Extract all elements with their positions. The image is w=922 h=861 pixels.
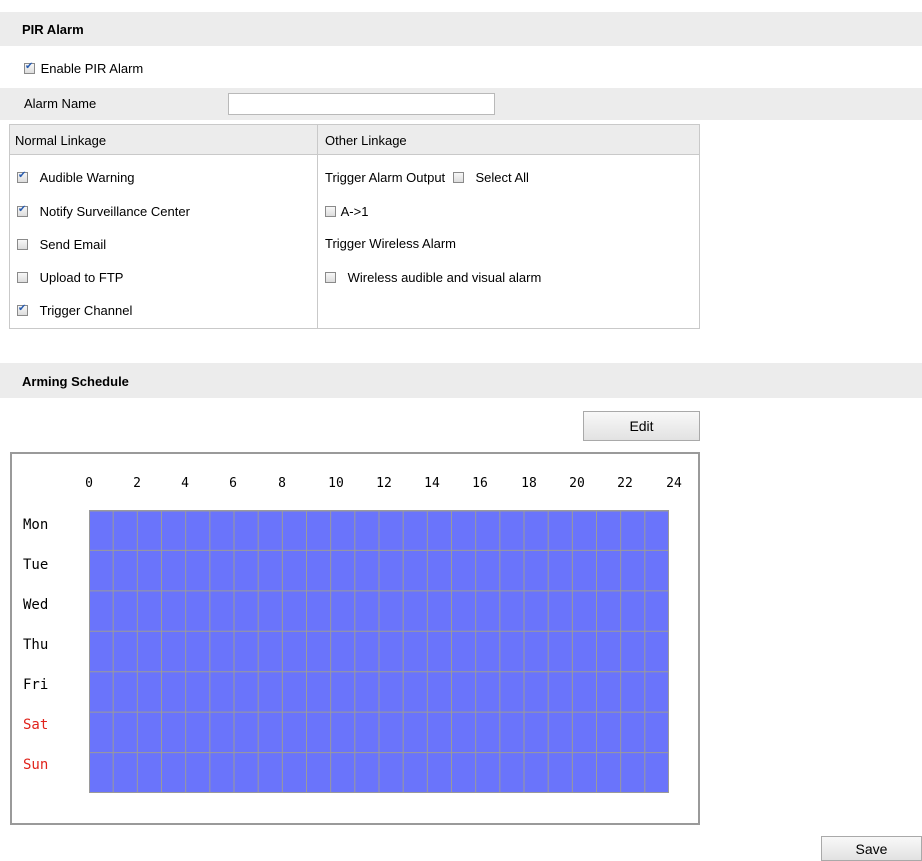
day-label-tue: Tue (23, 557, 49, 573)
output-a1-label: A->1 (340, 204, 369, 220)
arming-schedule-title: Arming Schedule (22, 374, 129, 389)
audible-warning-label: Audible Warning (39, 170, 135, 186)
hour-label: 14 (424, 476, 440, 491)
hour-label: 20 (569, 476, 585, 491)
hour-label: 16 (472, 476, 488, 491)
hour-label: 6 (229, 476, 237, 491)
hour-label: 0 (85, 476, 93, 491)
output-a1-item[interactable]: A->1 (325, 203, 368, 219)
select-all-checkbox[interactable] (452, 172, 464, 184)
arming-schedule-header: Arming Schedule (0, 363, 922, 398)
linkage-header-row: Normal Linkage Other Linkage (10, 125, 699, 155)
hour-label: 4 (181, 476, 189, 491)
notify-surveillance-label: Notify Surveillance Center (39, 204, 190, 220)
trigger-channel-label: Trigger Channel (39, 303, 133, 319)
day-label-sun: Sun (23, 757, 49, 773)
enable-pir-alarm[interactable]: Enable PIR Alarm (24, 60, 143, 76)
pir-alarm-header: PIR Alarm (0, 12, 922, 46)
output-a1-checkbox[interactable] (325, 206, 336, 218)
wireless-audible-checkbox[interactable] (325, 272, 336, 284)
alarm-name-label: Alarm Name (24, 96, 97, 111)
upload-ftp-label: Upload to FTP (39, 270, 124, 286)
notify-surveillance-checkbox[interactable] (17, 204, 28, 218)
trigger-channel-item[interactable]: Trigger Channel (17, 302, 132, 318)
hour-label: 8 (278, 476, 286, 491)
hour-label: 24 (666, 476, 682, 491)
upload-ftp-checkbox[interactable] (17, 272, 28, 284)
trigger-wireless-alarm-label: Trigger Wireless Alarm (325, 236, 456, 251)
trigger-alarm-output-row: Trigger Alarm Output Select All (325, 169, 529, 185)
hour-label: 10 (328, 476, 344, 491)
day-label-sat: Sat (23, 717, 49, 733)
select-all-label: Select All (475, 170, 529, 186)
trigger-channel-checkbox[interactable] (17, 303, 28, 317)
send-email-checkbox[interactable] (17, 239, 28, 251)
wireless-audible-label: Wireless audible and visual alarm (347, 270, 542, 286)
schedule-grid[interactable] (89, 510, 669, 793)
save-button[interactable]: Save (821, 836, 922, 861)
hour-label: 2 (133, 476, 141, 491)
linkage-table: Normal Linkage Other Linkage Audible War… (9, 124, 700, 329)
other-linkage-header: Other Linkage (325, 133, 407, 148)
notify-surveillance-item[interactable]: Notify Surveillance Center (17, 203, 190, 219)
upload-ftp-item[interactable]: Upload to FTP (17, 269, 123, 285)
trigger-alarm-output-label: Trigger Alarm Output (325, 170, 446, 186)
day-label-thu: Thu (23, 637, 49, 653)
enable-pir-checkbox[interactable] (24, 61, 35, 75)
day-label-mon: Mon (23, 517, 49, 533)
send-email-label: Send Email (39, 237, 107, 253)
day-label-wed: Wed (23, 597, 49, 613)
wireless-audible-item[interactable]: Wireless audible and visual alarm (325, 269, 541, 285)
day-label-fri: Fri (23, 677, 49, 693)
pir-alarm-title: PIR Alarm (22, 22, 84, 37)
normal-linkage-header: Normal Linkage (15, 133, 107, 148)
audible-warning-checkbox[interactable] (17, 170, 28, 184)
hour-label: 18 (521, 476, 537, 491)
hour-label: 22 (617, 476, 633, 491)
linkage-column-divider (317, 125, 318, 328)
enable-pir-label: Enable PIR Alarm (40, 61, 144, 77)
alarm-name-input[interactable] (228, 93, 495, 115)
audible-warning-item[interactable]: Audible Warning (17, 169, 135, 185)
hour-label: 12 (376, 476, 392, 491)
edit-button[interactable]: Edit (583, 411, 700, 441)
send-email-item[interactable]: Send Email (17, 236, 106, 252)
